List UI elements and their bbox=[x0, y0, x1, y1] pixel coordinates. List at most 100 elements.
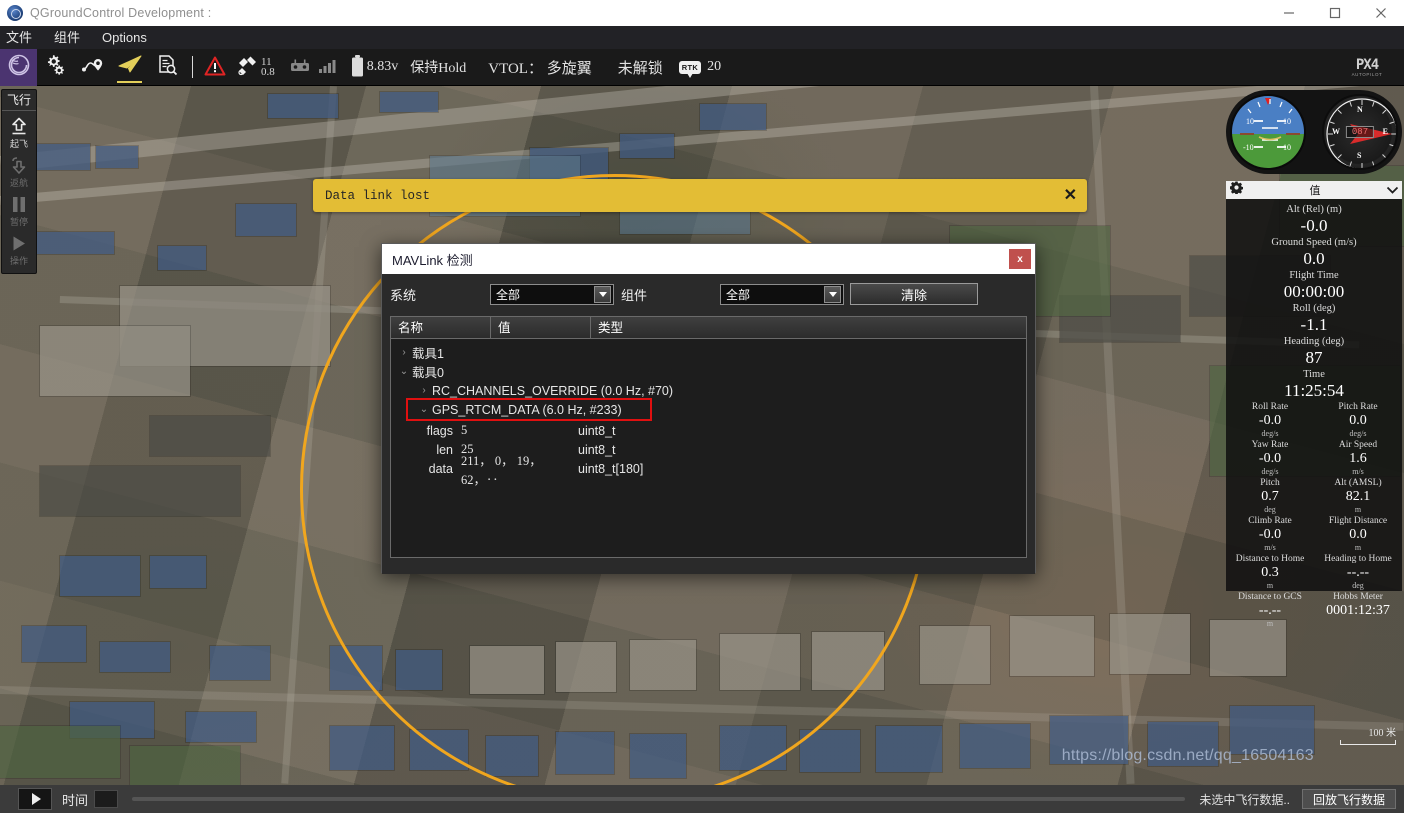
value-distance-home-unit: m bbox=[1266, 581, 1274, 590]
adi-ticks bbox=[1232, 96, 1304, 168]
replay-time-field[interactable] bbox=[94, 790, 119, 808]
maximize-button[interactable] bbox=[1312, 0, 1358, 26]
adi-pitch-label-right-10: 10 bbox=[1283, 117, 1291, 126]
value-alt-amsl-value: 82.1 bbox=[1345, 489, 1371, 504]
replay-play-button[interactable] bbox=[18, 788, 52, 810]
value-time-value: 11:25:54 bbox=[1284, 381, 1344, 400]
compass-label-east: E bbox=[1382, 127, 1388, 136]
value-alt-amsl-label: Alt (AMSL) bbox=[1334, 478, 1382, 488]
system-filter-combobox[interactable]: 全部 bbox=[490, 283, 614, 305]
toolbar-fly-button[interactable] bbox=[111, 49, 148, 86]
toolbar-analyze-button[interactable] bbox=[148, 49, 185, 86]
dialog-title: MAVLink 检测 bbox=[392, 252, 473, 268]
value-roll-rate-unit: deg/s bbox=[1261, 429, 1279, 438]
dialog-body: 系统 全部 组件 全部 清除 名称 值 类型 › 载具1 ⌄ 载具0 › RC_… bbox=[382, 274, 1035, 574]
tree-node-gps-rtcm-data[interactable]: ⌄ GPS_RTCM_DATA (6.0 Hz, #233) bbox=[406, 398, 652, 421]
value-air-speed-value: 1.6 bbox=[1349, 451, 1367, 466]
toolbar-plan-button[interactable] bbox=[74, 49, 111, 86]
value-flight-distance-label: Flight Distance bbox=[1328, 516, 1388, 526]
value-alt-rel-value: -0.0 bbox=[1300, 216, 1328, 235]
column-header-type: 类型 bbox=[591, 317, 1026, 339]
value-heading-home-label: Heading to Home bbox=[1324, 554, 1392, 564]
qgroundcontrol-window: QGroundControl Development : 文件 组件 Optio… bbox=[0, 0, 1404, 813]
warning-triangle-icon[interactable] bbox=[204, 56, 226, 79]
adi-pitch-label-right-neg10: 10 bbox=[1283, 143, 1291, 152]
battery-icon[interactable] bbox=[351, 54, 364, 80]
value-air-speed-label: Air Speed bbox=[1338, 440, 1378, 450]
paper-plane-icon bbox=[117, 53, 143, 82]
chevron-down-icon[interactable] bbox=[594, 285, 611, 303]
tree-node-vehicle0[interactable]: ⌄ 载具0 bbox=[391, 362, 1026, 381]
tree-node-vehicle0-label: 载具0 bbox=[412, 366, 444, 380]
sidebar-item-pause[interactable]: 暂停 bbox=[1, 189, 37, 228]
signal-bars-icon[interactable] bbox=[318, 59, 337, 76]
chevron-right-icon[interactable]: › bbox=[396, 347, 412, 358]
close-button[interactable] bbox=[1358, 0, 1404, 26]
toolbar-qgc-menu-button[interactable] bbox=[0, 48, 37, 86]
toolbar-vehicle-setup-button[interactable] bbox=[37, 49, 74, 86]
system-filter-label: 系统 bbox=[390, 287, 417, 303]
value-distance-home: Distance to Home 0.3 m bbox=[1226, 553, 1314, 591]
value-distance-gcs-unit: m bbox=[1266, 619, 1274, 628]
field-flags: flags 5 uint8_t bbox=[391, 421, 1026, 440]
sidebar-item-takeoff[interactable]: 起飞 bbox=[1, 111, 37, 150]
tree-node-rc-channels-override[interactable]: › RC_CHANNELS_OVERRIDE (0.0 Hz, #70) bbox=[391, 381, 1026, 400]
value-distance-gcs: Distance to GCS --.-- m bbox=[1226, 591, 1314, 629]
sidebar-item-action[interactable]: 操作 bbox=[1, 228, 37, 267]
value-heading-home: Heading to Home --.-- deg bbox=[1314, 553, 1402, 591]
gps-stats: 11 0.8 bbox=[261, 57, 275, 78]
tree-node-vehicle1[interactable]: › 载具1 bbox=[391, 343, 1026, 362]
satellite-icon[interactable] bbox=[236, 55, 260, 80]
column-header-name: 名称 bbox=[391, 317, 491, 339]
chevron-down-icon[interactable] bbox=[824, 285, 841, 303]
value-climb-rate-unit: m/s bbox=[1264, 543, 1276, 552]
value-flight-time-value: 00:00:00 bbox=[1283, 282, 1345, 301]
value-row-5: Distance to Home 0.3 m Heading to Home -… bbox=[1226, 553, 1402, 591]
rc-controller-icon[interactable] bbox=[289, 58, 311, 77]
sidebar-label-return: 返航 bbox=[9, 178, 28, 188]
value-climb-rate-label: Climb Rate bbox=[1248, 516, 1292, 526]
value-yaw-rate: Yaw Rate -0.0 deg/s bbox=[1226, 439, 1314, 477]
column-header-value: 值 bbox=[491, 317, 591, 339]
fly-toolstrip: 飞行 起飞 返航 暂停 操作 bbox=[1, 89, 37, 274]
sidebar-item-return[interactable]: 返航 bbox=[1, 150, 37, 189]
dialog-close-button[interactable]: x bbox=[1009, 249, 1031, 269]
toolbar-status-area: 11 0.8 8.83v 保持Hold VTOL： 多旋翼 未解锁 RTK 20 bbox=[202, 54, 721, 80]
replay-load-button[interactable]: 回放飞行数据 bbox=[1301, 789, 1396, 809]
chevron-down-icon[interactable]: ⌄ bbox=[396, 366, 412, 377]
plan-route-icon bbox=[81, 53, 105, 82]
value-flight-distance-value: 0.0 bbox=[1349, 527, 1367, 542]
system-filter-value: 全部 bbox=[496, 287, 521, 302]
value-flight-time-label: Flight Time bbox=[1289, 270, 1339, 281]
qgc-app-icon bbox=[7, 5, 23, 21]
field-flags-type: uint8_t bbox=[578, 423, 616, 438]
adi-pitch-label-left-neg10: -10 bbox=[1243, 143, 1254, 152]
value-ground-speed: Ground Speed (m/s) 0.0 bbox=[1226, 236, 1402, 268]
chevron-down-icon[interactable] bbox=[1386, 181, 1399, 199]
menu-bar: 文件 组件 Options bbox=[0, 26, 1404, 49]
notification-close-button[interactable]: ✕ bbox=[1064, 187, 1077, 204]
armed-state-indicator[interactable]: 未解锁 bbox=[618, 57, 663, 78]
component-filter-combobox[interactable]: 全部 bbox=[720, 283, 844, 305]
return-home-icon bbox=[8, 155, 30, 175]
menu-file[interactable]: 文件 bbox=[0, 26, 43, 49]
flight-mode-indicator[interactable]: 保持Hold bbox=[410, 57, 466, 77]
value-pitch-rate-label: Pitch Rate bbox=[1338, 402, 1378, 412]
minimize-button[interactable] bbox=[1266, 0, 1312, 26]
menu-options[interactable]: Options bbox=[91, 26, 158, 49]
value-yaw-rate-label: Yaw Rate bbox=[1251, 440, 1289, 450]
field-data-value: 211， 0， 19， 62，‥ bbox=[461, 453, 542, 487]
attitude-indicator[interactable]: 10 10 -10 10 bbox=[1230, 94, 1306, 170]
gear-icon[interactable] bbox=[1229, 181, 1244, 199]
mavlink-message-tree[interactable]: 名称 值 类型 › 载具1 ⌄ 载具0 › RC_CHANNELS_OVERRI… bbox=[390, 316, 1027, 558]
field-flags-name: flags bbox=[426, 423, 453, 438]
value-yaw-rate-unit: deg/s bbox=[1261, 467, 1279, 476]
chevron-right-icon[interactable]: › bbox=[416, 385, 432, 396]
value-pitch-rate-unit: deg/s bbox=[1349, 429, 1367, 438]
compass-indicator[interactable]: N E S W 087 bbox=[1322, 94, 1398, 170]
chevron-down-icon[interactable]: ⌄ bbox=[416, 404, 432, 415]
replay-slider[interactable] bbox=[132, 797, 1186, 801]
menu-widgets[interactable]: 组件 bbox=[43, 26, 91, 49]
value-roll-rate-label: Roll Rate bbox=[1251, 402, 1289, 412]
clear-button[interactable]: 清除 bbox=[850, 283, 978, 305]
